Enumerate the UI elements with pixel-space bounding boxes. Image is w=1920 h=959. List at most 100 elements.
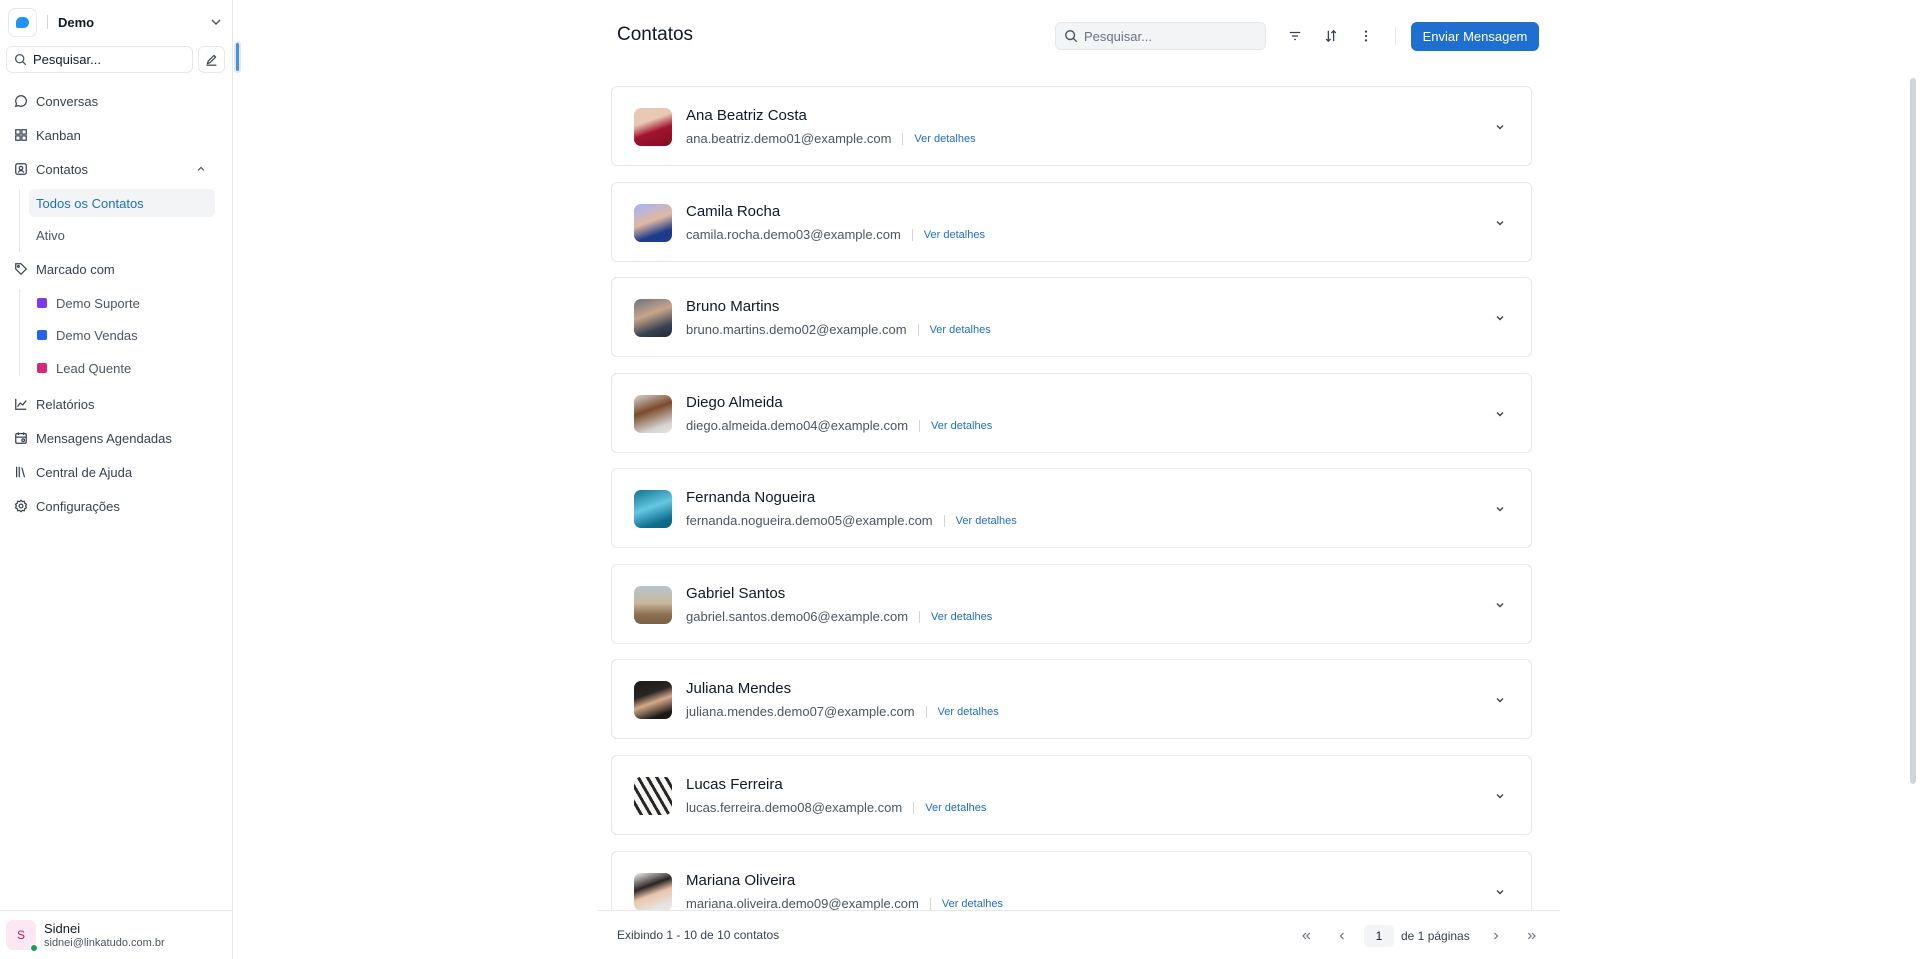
sidebar-item-label: Configurações — [36, 498, 120, 514]
chevron-down-icon[interactable] — [1494, 217, 1506, 229]
sidebar-item-label: Kanban — [36, 127, 81, 143]
view-details-link[interactable]: Ver detalhes — [931, 420, 992, 432]
divider — [1395, 27, 1396, 45]
chevron-left-icon — [1339, 932, 1344, 940]
contact-name: Camila Rocha — [686, 203, 781, 220]
chevron-down-icon[interactable] — [1494, 694, 1506, 706]
sidebar-tag-demo-suporte[interactable]: Demo Suporte — [37, 289, 215, 317]
chevron-down-icon[interactable] — [1494, 408, 1506, 420]
chevron-down-icon[interactable] — [1494, 503, 1506, 515]
tag-color-swatch — [37, 330, 47, 340]
sidebar-item-label: Mensagens Agendadas — [36, 430, 172, 446]
divider — [913, 801, 915, 814]
contact-card[interactable]: Diego Almeida diego.almeida.demo04@examp… — [611, 373, 1532, 453]
search-icon — [14, 53, 27, 66]
contact-card[interactable]: Fernanda Nogueira fernanda.nogueira.demo… — [611, 468, 1532, 548]
next-page-button[interactable] — [1478, 925, 1514, 947]
workspace-switcher[interactable]: Demo — [8, 7, 224, 37]
view-details-link[interactable]: Ver detalhes — [924, 229, 985, 241]
sidebar-item-conversas[interactable]: Conversas — [6, 87, 215, 115]
tag-label: Demo Vendas — [56, 327, 138, 343]
scrollbar[interactable] — [1910, 78, 1916, 784]
chevrons-right-icon — [1527, 932, 1536, 940]
sidebar-item-central-ajuda[interactable]: Central de Ajuda — [6, 458, 215, 486]
sidebar-search-placeholder: Pesquisar... — [33, 52, 101, 67]
contact-card[interactable]: Bruno Martins bruno.martins.demo02@examp… — [611, 277, 1532, 357]
first-page-button[interactable] — [1288, 925, 1324, 947]
contact-name: Fernanda Nogueira — [686, 489, 816, 506]
sidebar-item-mensagens-agendadas[interactable]: Mensagens Agendadas — [6, 424, 215, 452]
gear-icon — [14, 499, 28, 513]
view-details-link[interactable]: Ver detalhes — [942, 898, 1003, 910]
last-page-button[interactable] — [1514, 925, 1550, 947]
user-email: sidnei@linkatudo.com.br — [44, 936, 165, 949]
contacts-list: Ana Beatriz Costa ana.beatriz.demo01@exa… — [610, 86, 1534, 910]
chevron-down-icon[interactable] — [1494, 790, 1506, 802]
contact-email: ana.beatriz.demo01@example.com — [686, 131, 892, 146]
sidebar-subitem-todos-contatos[interactable]: Todos os Contatos — [29, 189, 215, 217]
sidebar-item-contatos[interactable]: Contatos — [6, 155, 215, 183]
contacts-search-input[interactable]: Pesquisar... — [1055, 22, 1266, 50]
contact-card[interactable]: Lucas Ferreira lucas.ferreira.demo08@exa… — [611, 755, 1532, 835]
tag-color-swatch — [37, 363, 47, 373]
contact-avatar — [634, 108, 672, 146]
more-vertical-icon — [1364, 30, 1368, 42]
current-page[interactable]: 1 — [1364, 925, 1394, 947]
tag-label: Demo Suporte — [56, 295, 140, 311]
contact-card[interactable]: Gabriel Santos gabriel.santos.demo06@exa… — [611, 564, 1532, 644]
avatar-initial: S — [16, 928, 25, 942]
sidebar-tag-lead-quente[interactable]: Lead Quente — [37, 354, 215, 382]
chevron-down-icon[interactable] — [1494, 312, 1506, 324]
pagination: 1 de 1 páginas — [1288, 925, 1550, 947]
sidebar-item-relatorios[interactable]: Relatórios — [6, 390, 215, 418]
view-details-link[interactable]: Ver detalhes — [956, 515, 1017, 527]
contact-name: Juliana Mendes — [686, 680, 792, 697]
contact-avatar — [634, 490, 672, 528]
chevron-down-icon — [211, 19, 221, 26]
divider — [919, 419, 921, 432]
view-details-link[interactable]: Ver detalhes — [914, 133, 975, 145]
calendar-icon — [15, 432, 27, 444]
contact-name: Diego Almeida — [686, 394, 783, 411]
contact-name: Bruno Martins — [686, 298, 780, 315]
sidebar-tag-demo-vendas[interactable]: Demo Vendas — [37, 321, 215, 349]
contact-email: lucas.ferreira.demo08@example.com — [686, 800, 903, 815]
filter-icon — [1289, 31, 1301, 41]
divider — [929, 897, 931, 910]
contact-avatar — [634, 681, 672, 719]
sort-button[interactable] — [1319, 24, 1343, 48]
chevron-right-icon — [1493, 932, 1499, 940]
previous-page-button[interactable] — [1324, 925, 1360, 947]
chevron-down-icon[interactable] — [1494, 121, 1506, 133]
divider — [919, 610, 921, 623]
user-menu[interactable]: S Sidnei sidnei@linkatudo.com.br — [0, 910, 233, 959]
view-details-link[interactable]: Ver detalhes — [931, 611, 992, 623]
sidebar-subitem-ativo[interactable]: Ativo — [29, 221, 215, 249]
contact-card[interactable]: Mariana Oliveira mariana.oliveira.demo09… — [611, 851, 1532, 910]
view-details-link[interactable]: Ver detalhes — [930, 324, 991, 336]
view-details-link[interactable]: Ver detalhes — [925, 802, 986, 814]
sidebar-item-kanban[interactable]: Kanban — [6, 121, 215, 149]
contact-card[interactable]: Camila Rocha camila.rocha.demo03@example… — [611, 182, 1532, 262]
contact-card[interactable]: Juliana Mendes juliana.mendes.demo07@exa… — [611, 659, 1532, 739]
chevron-down-icon[interactable] — [1494, 599, 1506, 611]
contact-card[interactable]: Ana Beatriz Costa ana.beatriz.demo01@exa… — [611, 86, 1532, 166]
filter-button[interactable] — [1283, 24, 1307, 48]
sidebar-search-input[interactable]: Pesquisar... — [6, 46, 193, 73]
sidebar-item-configuracoes[interactable]: Configurações — [6, 492, 215, 520]
more-options-button[interactable] — [1354, 24, 1378, 48]
send-message-button[interactable]: Enviar Mensagem — [1411, 22, 1539, 51]
divider — [911, 228, 913, 241]
sidebar-item-marcado-com[interactable]: Marcado com — [6, 255, 215, 283]
contact-email: diego.almeida.demo04@example.com — [686, 418, 909, 433]
divider — [917, 323, 919, 336]
chevrons-left-icon — [1302, 932, 1311, 940]
contact-avatar — [634, 777, 672, 815]
contacts-icon — [15, 163, 27, 175]
view-details-link[interactable]: Ver detalhes — [938, 706, 999, 718]
sidebar-resize-handle[interactable] — [234, 41, 241, 73]
chevron-down-icon[interactable] — [1494, 886, 1506, 898]
tag-color-swatch — [37, 298, 47, 308]
avatar: S — [6, 920, 38, 952]
compose-button[interactable] — [198, 46, 225, 73]
